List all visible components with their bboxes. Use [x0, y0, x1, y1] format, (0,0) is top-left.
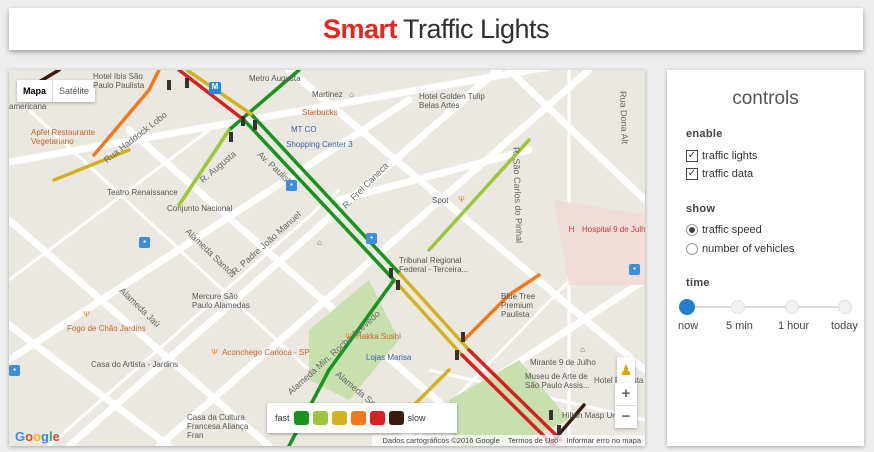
poi-label: americana — [9, 102, 47, 111]
speed-legend: fast slow — [267, 403, 457, 433]
bus-stop-icon: ▪ — [366, 233, 377, 244]
legend-swatch — [369, 411, 385, 425]
street-label: Rua Dona Alt — [618, 90, 630, 145]
poi-label: Apfel Restaurante Vegetariano — [31, 128, 96, 146]
map-panel[interactable]: Mapa Satélite Hotel Ibis São Paulo Pauli… — [9, 70, 645, 446]
poi-label: Casa do Artista - Jardins — [91, 360, 179, 369]
street-view-pegman-icon[interactable]: ♟ — [617, 357, 635, 383]
time-slider-track[interactable] — [686, 306, 844, 308]
legend-swatch — [388, 411, 404, 425]
controls-title: controls — [732, 88, 799, 109]
controls-panel: controls enable ✓ traffic lights ✓ traff… — [667, 70, 864, 446]
restaurant-icon: Ψ — [458, 195, 465, 204]
terms-link[interactable]: Termos de Uso — [508, 436, 558, 445]
zoom-control: + − — [615, 383, 637, 428]
museum-icon: ⌂ — [580, 345, 585, 354]
brand-word: Smart — [322, 13, 398, 44]
poi-label: Starbucks — [302, 108, 338, 117]
poi-label: Metro Augusta — [249, 74, 301, 83]
map-attribution: Dados cartográficos ©2016 Google Termos … — [372, 435, 645, 446]
traffic-lights-checkbox[interactable]: ✓ traffic lights — [686, 150, 757, 162]
restaurant-icon: Ψ — [83, 310, 90, 319]
bus-stop-icon: ▪ — [286, 180, 297, 191]
radio-label: number of vehicles — [702, 243, 795, 255]
time-step-label: today — [831, 320, 858, 332]
radio-label: traffic speed — [702, 224, 762, 236]
poi-label: Hakka Sushi — [356, 332, 401, 341]
radio-selected-icon[interactable] — [686, 224, 698, 236]
enable-section-label: enable — [686, 128, 723, 140]
shop-icon: ⌂ — [349, 90, 354, 99]
legend-fast-label: fast — [275, 413, 290, 423]
time-slider-stop[interactable] — [838, 300, 852, 314]
checkbox-checked-icon[interactable]: ✓ — [686, 168, 698, 180]
traffic-data-checkbox[interactable]: ✓ traffic data — [686, 168, 753, 180]
poi-label: Hotel Golden Tulip Belas Artes — [419, 92, 485, 110]
bus-stop-icon: ▪ — [139, 237, 150, 248]
legend-swatch — [312, 411, 328, 425]
poi-label: Tribunal Regional Federal - Terceira... — [399, 256, 469, 274]
poi-label: Hilton Masp Ur — [562, 411, 615, 420]
poi-label: Blue Tree Premium Paulista — [501, 292, 536, 319]
poi-label: Hotel Ibis São Paulo Paulista — [93, 72, 145, 90]
poi-label: Museu de Arte de São Paulo Assis... — [525, 372, 590, 390]
legend-slow-label: slow — [407, 413, 426, 423]
checkbox-label: traffic lights — [702, 150, 758, 162]
poi-label: Conjunto Nacional — [167, 204, 233, 213]
poi-label: Aconchego Carioca - SP — [222, 348, 310, 357]
poi-label: Martinez — [312, 90, 343, 99]
map-data-credit: Dados cartográficos ©2016 Google — [382, 436, 500, 445]
time-step-label: 5 min — [726, 320, 753, 332]
map-type-control: Mapa Satélite — [17, 80, 96, 102]
page-header: Smart Traffic Lights — [9, 8, 863, 50]
checkbox-label: traffic data — [702, 168, 754, 180]
poi-label: Mercure São Paulo Alamedas — [192, 292, 250, 310]
time-step-label: now — [678, 320, 699, 332]
metro-icon: M — [209, 82, 221, 94]
time-slider-stop[interactable] — [731, 300, 745, 314]
poi-label: Spot — [432, 196, 449, 205]
restaurant-icon: Ψ — [211, 348, 218, 357]
legend-swatch — [293, 411, 309, 425]
poi-label: Teatro Renaissance — [107, 188, 178, 197]
report-error-link[interactable]: Informar erro no mapa — [566, 436, 641, 445]
poi-label: Mirante 9 de Julho — [530, 358, 596, 367]
poi-label: Fogo de Chão Jardins — [67, 324, 146, 333]
checkbox-checked-icon[interactable]: ✓ — [686, 150, 698, 162]
hospital-icon: H — [568, 225, 575, 234]
bus-stop-icon: ▪ — [9, 365, 20, 376]
map-type-satellite-button[interactable]: Satélite — [52, 80, 95, 102]
zoom-in-button[interactable]: + — [615, 383, 637, 405]
google-logo[interactable]: Google — [15, 429, 60, 444]
map-type-map-button[interactable]: Mapa — [17, 80, 52, 102]
time-section-label: time — [686, 277, 710, 289]
legend-swatch — [350, 411, 366, 425]
time-step-label: 1 hour — [778, 320, 810, 332]
poi-label: MT CO — [291, 125, 317, 134]
poi-label: Shopping Center 3 — [286, 140, 353, 149]
zoom-out-button[interactable]: − — [615, 406, 637, 428]
time-slider-handle[interactable] — [679, 299, 695, 315]
time-slider-stop[interactable] — [785, 300, 799, 314]
number-of-vehicles-radio[interactable]: number of vehicles — [686, 243, 794, 255]
museum-icon: ⌂ — [317, 238, 322, 247]
bus-stop-icon: ▪ — [629, 264, 640, 275]
restaurant-icon: Ψ — [345, 332, 352, 341]
poi-label: Hospital 9 de Julho — [582, 225, 645, 234]
poi-label: Casa da Cultura Francesa Aliança Fran — [187, 413, 249, 440]
legend-swatch — [331, 411, 347, 425]
show-section-label: show — [686, 203, 716, 215]
radio-unselected-icon[interactable] — [686, 243, 698, 255]
traffic-speed-radio[interactable]: traffic speed — [686, 224, 762, 236]
page-title: Traffic Lights — [402, 13, 550, 44]
poi-label: Lojas Marisa — [366, 353, 412, 362]
